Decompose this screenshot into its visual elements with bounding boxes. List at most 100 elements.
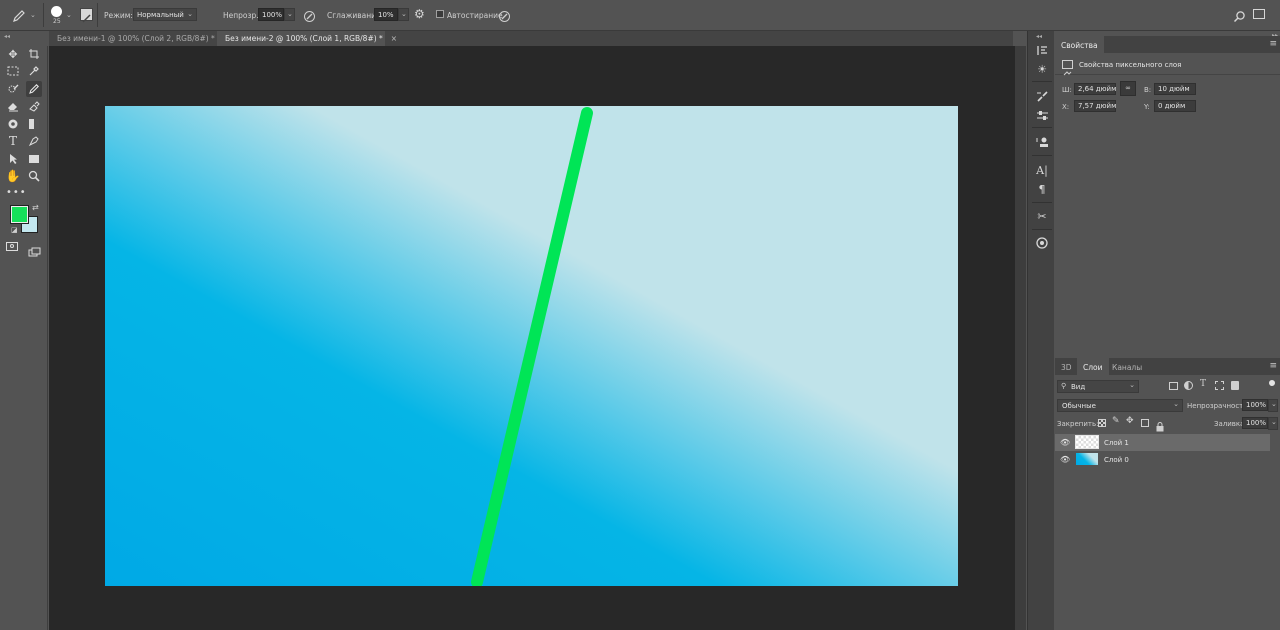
eye-icon[interactable]: 👁	[1060, 455, 1070, 464]
width-field[interactable]: 2,64 дюйм	[1074, 83, 1116, 95]
vertical-scrollbar[interactable]	[1015, 46, 1026, 630]
smoothing-input[interactable]: 10%	[374, 8, 398, 21]
height-field[interactable]: 10 дюйм	[1154, 83, 1196, 95]
close-icon[interactable]: ×	[391, 34, 397, 43]
mode-label: Режим:	[104, 11, 133, 20]
height-label: В:	[1144, 86, 1152, 94]
eraser-tool-icon[interactable]	[5, 98, 21, 114]
document-tabs: Без имени-1 @ 100% (Слой 2, RGB/8#) *× Б…	[49, 31, 1013, 46]
type-tool-icon[interactable]: T	[5, 133, 21, 149]
layers-panel: 3D Слои Каналы ≡ ⚲ Вид ⌄ T Обычные ⌄ Неп…	[1055, 358, 1280, 630]
default-colors-icon[interactable]: ◪	[11, 226, 18, 234]
opacity-input[interactable]: 100%	[258, 8, 284, 21]
tab-channels[interactable]: Каналы	[1106, 358, 1148, 375]
link-dimensions-icon[interactable]: ∞	[1120, 81, 1136, 96]
artboard-tool-icon[interactable]	[26, 46, 42, 62]
gear-icon[interactable]: ⚙	[414, 7, 425, 21]
brush-presets-icon[interactable]	[1034, 107, 1050, 123]
screen-mode-icon[interactable]	[28, 242, 41, 261]
chevron-down-icon: ⌄	[287, 10, 293, 18]
fill-field[interactable]: 100%	[1242, 417, 1268, 429]
zoom-tool-icon[interactable]	[26, 168, 42, 184]
eyedropper-tool-icon[interactable]	[26, 63, 42, 79]
filter-pixel-icon[interactable]	[1169, 382, 1178, 390]
filter-adjustment-icon[interactable]	[1184, 381, 1193, 390]
hand-tool-icon[interactable]: ✋	[5, 168, 21, 184]
libraries-icon[interactable]	[1034, 235, 1050, 251]
lock-position-icon[interactable]: ✥	[1126, 416, 1134, 426]
quick-mask-icon[interactable]	[6, 242, 18, 251]
eye-icon[interactable]: 👁	[1060, 438, 1070, 447]
pixel-layer-icon	[1062, 60, 1073, 76]
swap-colors-icon[interactable]: ⇄	[32, 203, 39, 212]
auto-erase-label: Автостирание	[447, 11, 503, 20]
workspace-icon[interactable]	[1253, 9, 1265, 19]
pressure-opacity-icon[interactable]	[303, 8, 316, 27]
x-field[interactable]: 7,57 дюйм	[1074, 100, 1116, 112]
tab-properties[interactable]: Свойства	[1055, 36, 1104, 53]
opacity-dropdown[interactable]: ⌄	[284, 8, 295, 21]
color-replacement-tool-icon[interactable]	[26, 98, 42, 114]
chevron-down-icon[interactable]: ⌄	[66, 11, 72, 19]
stamp-tool-icon[interactable]	[5, 116, 21, 132]
filter-type-icon[interactable]: T	[1200, 379, 1206, 389]
collapse-dock-icon[interactable]: ◂◂	[1036, 33, 1042, 40]
fill-dropdown[interactable]: ⌄	[1268, 417, 1278, 430]
more-tools-icon[interactable]: •••	[6, 187, 27, 198]
adjustments-sun-icon[interactable]: ☀	[1034, 61, 1050, 77]
lock-image-icon[interactable]: ✎	[1112, 416, 1120, 426]
character-icon[interactable]: A|	[1034, 162, 1050, 178]
layer-opacity-dropdown[interactable]: ⌄	[1268, 399, 1278, 412]
rectangle-tool-icon[interactable]	[26, 151, 42, 167]
divider	[1032, 229, 1052, 230]
brush-preview[interactable]	[51, 6, 62, 17]
clone-source-icon[interactable]	[1034, 134, 1050, 150]
properties-title-row: Свойства пиксельного слоя	[1055, 53, 1280, 76]
layer-filter-dropdown[interactable]: ⚲ Вид ⌄	[1057, 380, 1139, 393]
filter-smart-object-icon[interactable]	[1231, 381, 1239, 390]
mode-dropdown[interactable]: Нормальный ⌄	[133, 8, 197, 21]
document-canvas[interactable]	[105, 106, 958, 588]
brush-settings-icon[interactable]	[80, 8, 93, 23]
marquee-tool-icon[interactable]	[5, 63, 21, 79]
quick-selection-tool-icon[interactable]	[5, 81, 21, 97]
pencil-tool-icon[interactable]	[26, 81, 42, 97]
divider	[97, 3, 98, 27]
tab-layers[interactable]: Слои	[1077, 358, 1109, 375]
smoothing-dropdown[interactable]: ⌄	[398, 8, 409, 21]
layer-row[interactable]: 👁 Слой 0	[1055, 451, 1270, 468]
filter-toggle[interactable]	[1269, 380, 1275, 386]
tool-presets-icon[interactable]: ✂	[1034, 208, 1050, 224]
brush-settings-icon[interactable]	[1034, 88, 1050, 104]
paragraph-icon[interactable]: ¶	[1034, 181, 1050, 197]
search-icon[interactable]	[1233, 8, 1246, 27]
pen-tool-icon[interactable]	[26, 133, 42, 149]
chevron-down-icon: ⌄	[1271, 400, 1277, 408]
path-selection-tool-icon[interactable]	[5, 151, 21, 167]
layer-row[interactable]: 👁 Слой 1	[1055, 434, 1270, 451]
foreground-color-swatch[interactable]	[10, 205, 29, 224]
chevron-down-icon[interactable]: ⌄	[30, 11, 36, 19]
panel-menu-icon[interactable]: ≡	[1269, 361, 1277, 371]
x-label: X:	[1062, 103, 1070, 111]
panel-menu-icon[interactable]: ≡	[1269, 39, 1277, 49]
layer-thumbnail-gradient	[1076, 453, 1098, 465]
pressure-size-icon[interactable]	[498, 8, 511, 27]
lock-transparent-icon[interactable]	[1098, 419, 1106, 427]
pencil-tool-preset-icon[interactable]	[12, 9, 26, 23]
tab-document-1[interactable]: Без имени-1 @ 100% (Слой 2, RGB/8#) *×	[49, 31, 229, 46]
document-workspace	[49, 46, 1015, 630]
history-icon[interactable]	[1034, 42, 1050, 58]
move-tool-icon[interactable]: ✥	[5, 46, 21, 62]
blend-mode-dropdown[interactable]: Обычные ⌄	[1057, 399, 1183, 412]
collapse-toolbar-icon[interactable]: ◂◂	[4, 33, 10, 40]
layer-opacity-field[interactable]: 100%	[1242, 399, 1268, 411]
y-field[interactable]: 0 дюйм	[1154, 100, 1196, 112]
tab-document-2[interactable]: Без имени-2 @ 100% (Слой 1, RGB/8#) * ×	[217, 31, 397, 46]
tab-3d[interactable]: 3D	[1055, 358, 1078, 375]
auto-erase-checkbox[interactable]	[436, 10, 444, 18]
lock-artboard-icon[interactable]	[1141, 419, 1149, 427]
filter-shape-icon[interactable]	[1215, 381, 1224, 390]
chevron-down-icon: ⌄	[1173, 400, 1179, 408]
gradient-tool-icon[interactable]	[26, 116, 42, 132]
